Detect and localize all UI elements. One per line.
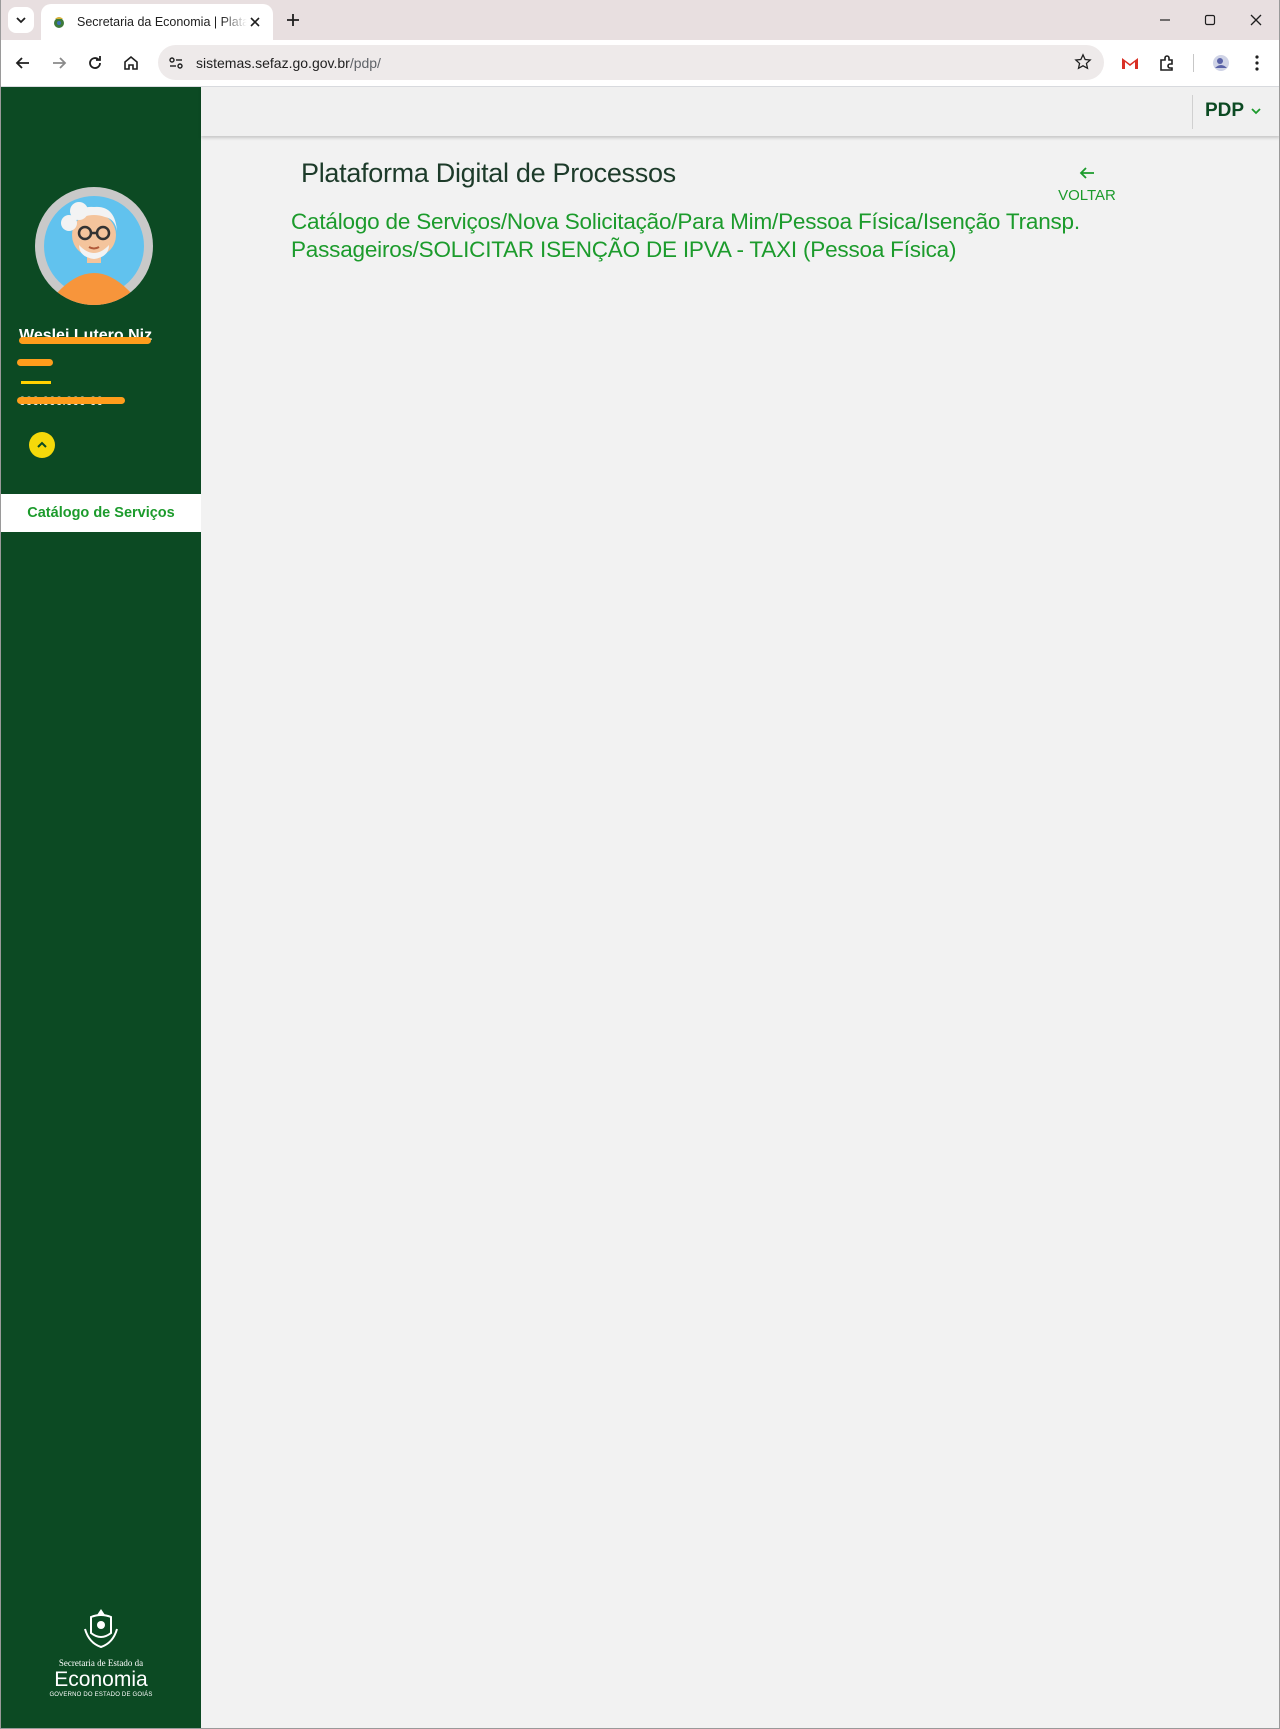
extensions-puzzle-icon[interactable] <box>1157 53 1177 73</box>
maximize-icon <box>1204 14 1216 26</box>
browser-tab-active[interactable]: Secretaria da Economia | Plataforma Digi… <box>41 4 273 40</box>
logo-line-2: Economia <box>54 1668 148 1691</box>
bookmark-star-icon[interactable] <box>1074 53 1092 71</box>
window-border-left <box>0 0 1 1729</box>
forward-arrow-icon[interactable] <box>49 53 69 73</box>
collapse-user-panel-button[interactable] <box>29 432 55 458</box>
sidebar: Weslei Lutero Niz 000.000.000-00 Catálog… <box>1 87 201 1728</box>
breadcrumb: Catálogo de Serviços/Nova Solicitação/Pa… <box>291 209 1080 262</box>
url-path: /pdp/ <box>349 54 381 71</box>
address-bar[interactable]: sistemas.sefaz.go.gov.br/pdp/ <box>158 45 1104 80</box>
site-settings-icon[interactable] <box>166 53 186 73</box>
reload-icon[interactable] <box>85 53 105 73</box>
sidebar-item-label: Catálogo de Serviços <box>27 505 175 521</box>
close-tab-icon[interactable] <box>247 14 263 30</box>
minimize-button[interactable] <box>1155 10 1175 30</box>
minimize-icon <box>1160 19 1170 21</box>
app-top-bar: PDP <box>201 87 1280 136</box>
tab-title: Secretaria da Economia | Plataforma Digi… <box>77 15 247 29</box>
topbar-divider <box>1192 95 1193 129</box>
profile-avatar-icon[interactable] <box>1211 53 1231 73</box>
redaction-mark <box>19 337 151 344</box>
browser-menu-icon[interactable] <box>1247 53 1267 73</box>
close-window-button[interactable] <box>1246 10 1266 30</box>
maximize-button[interactable] <box>1200 10 1220 30</box>
page-title: Plataforma Digital de Processos <box>301 158 676 188</box>
pdp-app-menu[interactable]: PDP <box>1205 100 1262 122</box>
chevron-up-icon <box>37 441 47 448</box>
name-underline <box>21 381 51 384</box>
voltar-label: VOLTAR <box>1058 187 1116 204</box>
home-icon[interactable] <box>121 53 141 73</box>
sidebar-item-catalogo-servicos[interactable]: Catálogo de Serviços <box>1 494 201 532</box>
chevron-down-icon <box>16 17 26 24</box>
user-avatar <box>35 187 153 305</box>
tab-search-button[interactable] <box>8 7 34 33</box>
pdp-menu-label: PDP <box>1205 100 1245 121</box>
browser-toolbar: sistemas.sefaz.go.gov.br/pdp/ <box>0 40 1280 87</box>
url-text[interactable]: sistemas.sefaz.go.gov.br/pdp/ <box>196 55 381 71</box>
browser-tab-strip: Secretaria da Economia | Plataforma Digi… <box>0 0 1280 40</box>
redaction-mark <box>17 359 53 366</box>
logo-line-3: GOVERNO DO ESTADO DE GOIÁS <box>49 1692 153 1698</box>
elderly-user-avatar-icon <box>44 196 144 305</box>
new-tab-icon[interactable] <box>283 10 303 30</box>
chevron-down-icon <box>1251 108 1261 115</box>
arrow-left-icon <box>1079 167 1094 179</box>
gmail-extension-icon[interactable] <box>1120 53 1140 73</box>
back-arrow-icon[interactable] <box>13 53 33 73</box>
goias-crest-icon <box>84 1609 118 1649</box>
url-host: sistemas.sefaz.go.gov.br <box>196 54 350 71</box>
goias-crest-favicon-icon <box>54 17 64 28</box>
secretaria-economia-logo: Secretaria de Estado da Economia GOVERNO… <box>31 1607 171 1698</box>
close-icon <box>1250 14 1262 26</box>
redaction-mark <box>17 397 125 404</box>
voltar-button[interactable]: VOLTAR <box>1052 166 1122 204</box>
logo-line-1: Secretaria de Estado da <box>58 1658 144 1668</box>
toolbar-divider <box>1193 54 1194 72</box>
